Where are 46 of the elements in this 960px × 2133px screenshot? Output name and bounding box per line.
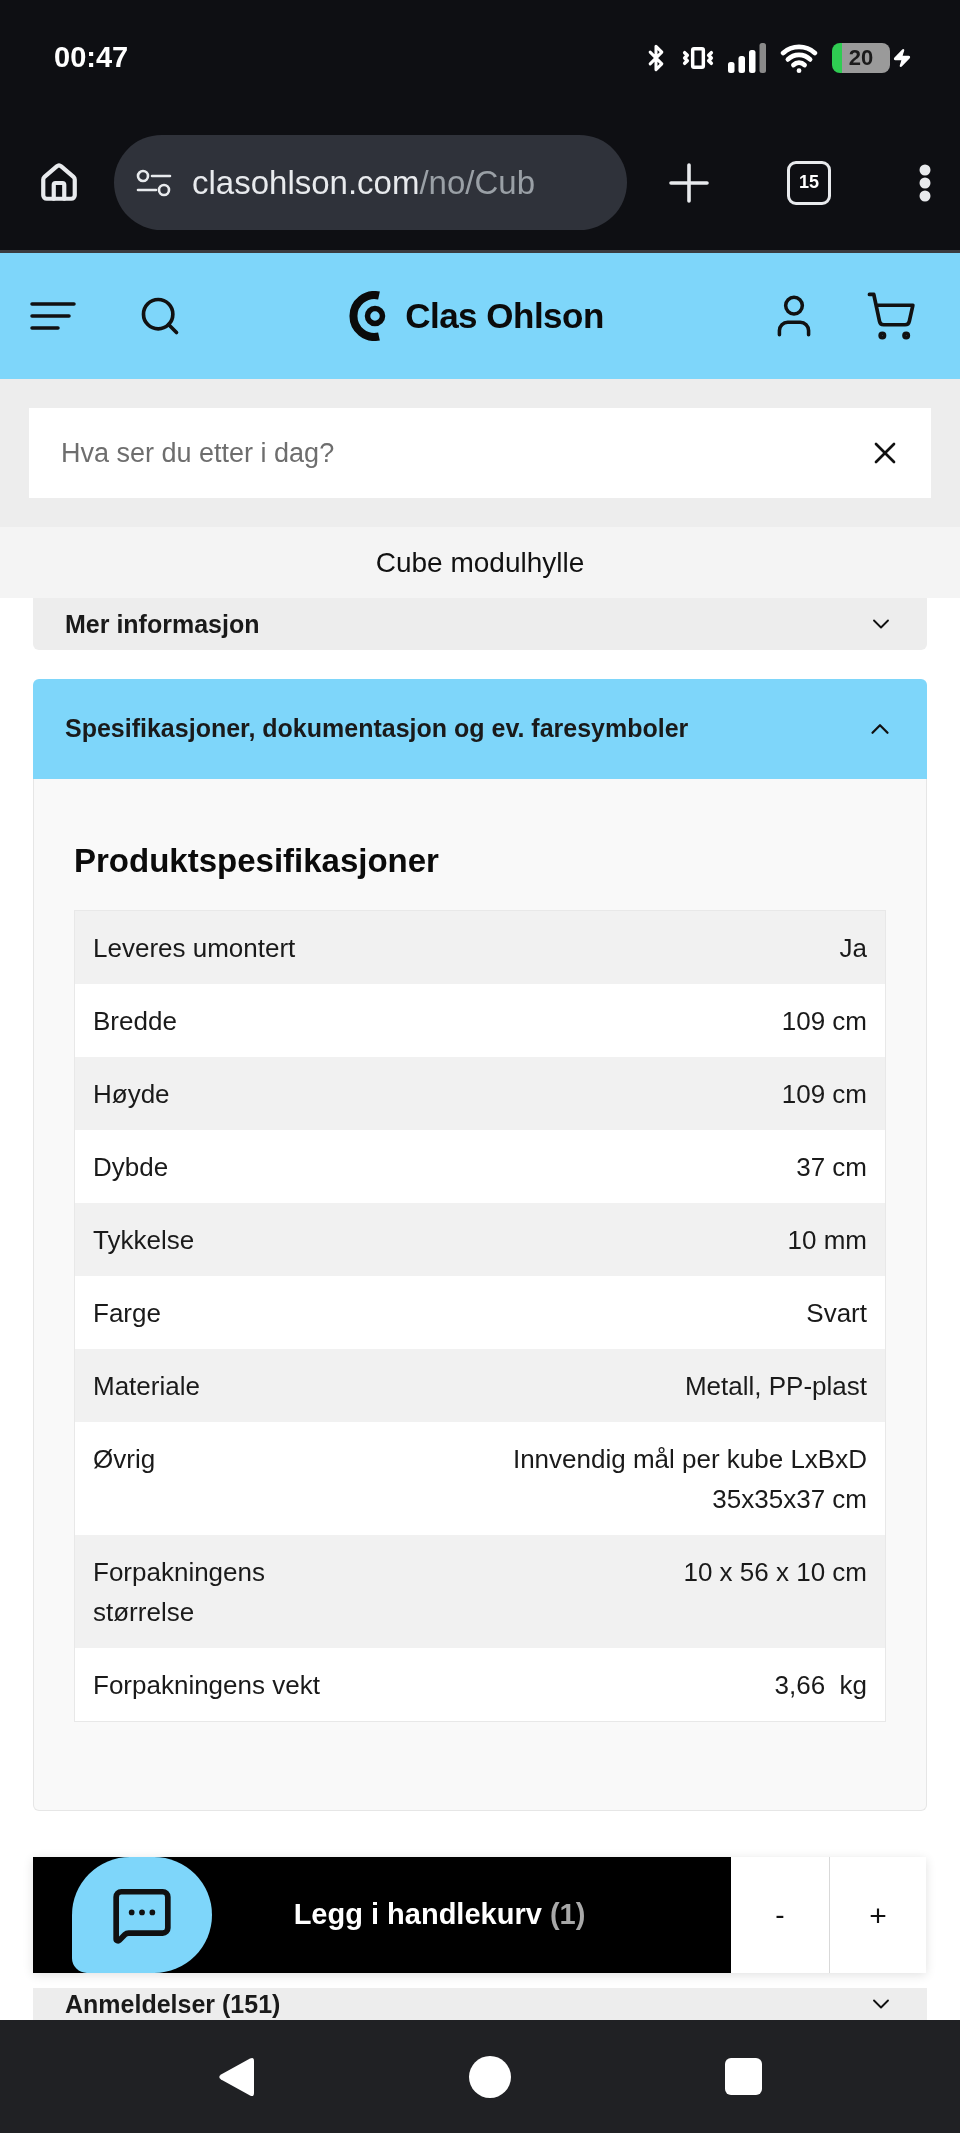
spec-label: Forpakningens størrelse	[93, 1555, 266, 1629]
product-title: Cube modulhylle	[375, 545, 585, 580]
spec-label: Dybde	[93, 1150, 169, 1184]
search-field[interactable]: Hva ser du etter i dag?	[29, 408, 931, 498]
spec-label: Bredde	[93, 1004, 177, 1038]
spec-value: 10 x 56 x 10 cm	[683, 1555, 867, 1589]
clock-time: 00:47	[54, 39, 129, 75]
menu-icon[interactable]	[30, 302, 76, 330]
home-button-icon[interactable]	[468, 2055, 511, 2098]
spec-label: Farge	[93, 1296, 161, 1330]
spec-value: 10 mm	[787, 1223, 867, 1257]
spec-label: Forpakningens vekt	[93, 1668, 320, 1702]
specs-heading: Produktspesifikasjoner	[74, 841, 439, 881]
spec-label: Tykkelse	[93, 1223, 195, 1257]
spec-label: Øvrig	[93, 1442, 156, 1476]
address-bar[interactable]: clasohlson.com/no/Cub	[114, 135, 627, 230]
battery-indicator: 20	[832, 42, 890, 73]
cart-icon[interactable]	[865, 290, 917, 342]
spec-value: Ja	[839, 931, 867, 965]
signal-icon	[728, 42, 766, 73]
new-tab-icon[interactable]	[669, 162, 709, 203]
accordion-header[interactable]: Mer informasjon	[33, 598, 927, 650]
tune-icon[interactable]	[136, 168, 172, 197]
decrease-quantity-button[interactable]: -	[731, 1857, 830, 1973]
home-icon[interactable]	[38, 161, 80, 204]
spec-label: Høyde	[93, 1077, 170, 1111]
add-to-cart-button[interactable]: Legg i handlekurv (1)	[212, 1857, 731, 1973]
spec-value: 37 cm	[796, 1150, 867, 1184]
back-icon[interactable]	[216, 2055, 255, 2098]
logo-text[interactable]: Clas Ohlson	[405, 289, 604, 343]
spec-value: Svart	[806, 1296, 867, 1330]
more-options-icon[interactable]	[919, 163, 931, 202]
spec-value: Innvendig mål per kube LxBxD 35x35x37 cm	[511, 1442, 867, 1516]
chat-button[interactable]	[72, 1857, 212, 1973]
spec-value: 109 cm	[781, 1077, 867, 1111]
spec-value: 109 cm	[781, 1004, 867, 1038]
spec-label: Leveres umontert	[93, 931, 296, 965]
accordion-header[interactable]: Anmeldelser (151)	[33, 1988, 927, 2020]
accordion-header[interactable]: Spesifikasjoner, dokumentasjon og ev. faresymboler	[33, 679, 927, 779]
url-text: clasohlson.com/no/Cub	[192, 162, 536, 203]
tab-switcher-button[interactable]: 15	[787, 160, 831, 205]
spec-label: Materiale	[93, 1369, 200, 1403]
spec-value: 3,66 kg	[774, 1668, 867, 1702]
spec-value: Metall, PP-plast	[684, 1369, 867, 1403]
increase-quantity-button[interactable]: +	[830, 1857, 926, 1973]
recent-apps-icon[interactable]	[724, 2058, 762, 2095]
